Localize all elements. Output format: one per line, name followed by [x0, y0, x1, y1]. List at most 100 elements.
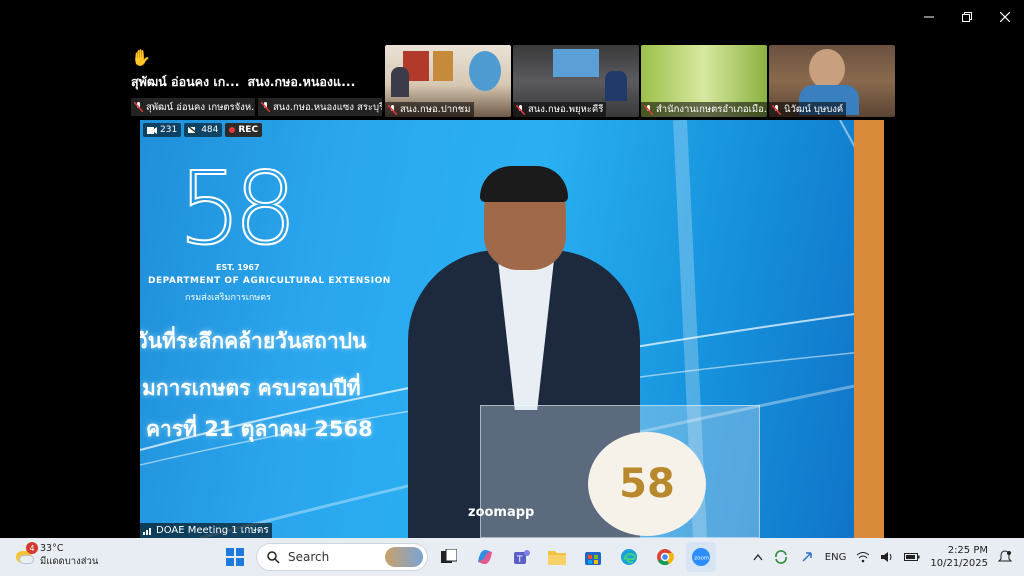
close-button[interactable] [986, 0, 1024, 34]
thumbnail-label: สำนักงานเกษตรอำเภอเมือ... [656, 104, 767, 115]
thumbnail-label: สนง.กษอ.พยุหะคีรี [528, 104, 604, 115]
department-name-en: DEPARTMENT OF AGRICULTURAL EXTENSION [148, 276, 391, 286]
viewer-count: 231 [160, 125, 178, 135]
attendee-count-badge: 484 [184, 123, 223, 137]
anniversary-logo-number: 58 [177, 149, 298, 268]
video-thumbnail[interactable]: สำนักงานเกษตรอำเภอเมือ... [641, 45, 767, 117]
video-thumbnail[interactable]: สนง.กษอ.ปากชม [385, 45, 511, 117]
zoom-button[interactable]: zoom [686, 542, 716, 572]
thumbnail-label: นิวัฒน์ บุษบงค์ [784, 104, 844, 115]
chevron-up-icon[interactable] [753, 553, 763, 561]
viewer-count-badge: 231 [143, 123, 182, 137]
search-highlight-image [385, 547, 423, 567]
store-button[interactable] [578, 542, 608, 572]
clock-time: 2:25 PM [947, 545, 988, 556]
podium-emblem: 58 [588, 432, 706, 536]
signal-bars-icon [143, 527, 151, 535]
wood-panel [854, 120, 884, 538]
search-icon [267, 550, 280, 564]
meeting-name: DOAE Meeting 1 เกษตร [156, 525, 269, 536]
weather-icon: 4 [14, 542, 38, 565]
est-text: EST. 1967 [216, 263, 260, 272]
banner-line-2: มการเกษตร ครบรอบปีที่ [142, 376, 361, 400]
video-thumbnail[interactable]: สนง.กษอ.พยุหะคีรี [513, 45, 639, 117]
zoom-meeting-window: ✋ สุพัฒน์ อ่อนคง เก... สนง.กษอ.หนองแ... … [0, 0, 1024, 576]
video-camera-icon [147, 126, 157, 134]
wall-photo [433, 51, 453, 81]
minimize-icon [924, 16, 934, 18]
restore-button[interactable] [948, 0, 986, 34]
meeting-stats: 231 484 REC [143, 123, 263, 137]
battery-icon[interactable] [904, 551, 920, 563]
person-face [809, 49, 845, 89]
banner-line-1: วันที่ระลึกคล้ายวันสถาปน [140, 329, 367, 353]
notification-bell-icon[interactable] [998, 550, 1012, 564]
teams-button[interactable]: T [506, 542, 536, 572]
department-name-th: กรมส่งเสริมการเกษตร [185, 293, 271, 303]
chrome-icon [657, 549, 674, 566]
emblem [469, 51, 501, 91]
banner-line-3: คารที่ 21 ตุลาคม 2568 [146, 417, 373, 441]
close-icon [1000, 12, 1010, 22]
copilot-icon [478, 550, 492, 564]
rec-label: REC [238, 125, 259, 135]
file-explorer-button[interactable] [542, 542, 572, 572]
chrome-button[interactable] [650, 542, 680, 572]
person [391, 67, 409, 97]
taskbar-apps: Search T zoom [220, 542, 716, 572]
windows-icon [226, 548, 244, 566]
system-clock[interactable]: 2:25 PM 10/21/2025 [930, 544, 988, 570]
weather-description: มีแดดบางส่วน [40, 556, 99, 567]
edge-icon [621, 549, 637, 565]
speaker-hair [480, 166, 568, 202]
zoom-icon: zoom [692, 548, 710, 566]
video-thumbnail[interactable]: นิวัฒน์ บุษบงค์ [769, 45, 895, 117]
restore-icon [962, 12, 972, 22]
person [605, 71, 627, 101]
sync-icon[interactable] [773, 549, 789, 565]
system-tray: ENG 2:25 PM 10/21/2025 [753, 538, 1024, 576]
mic-off-icon [772, 104, 781, 115]
mic-off-icon [644, 104, 653, 115]
copilot-button[interactable] [470, 542, 500, 572]
raised-hand-icon: ✋ [131, 48, 151, 67]
mic-off-icon [516, 104, 525, 115]
language-indicator[interactable]: ENG [825, 552, 847, 563]
location-icon[interactable] [799, 549, 815, 565]
svg-text:zoom: zoom [694, 556, 709, 562]
participant-name: สุพัฒน์ อ่อนคง เกษตรจังห... [146, 101, 255, 113]
meeting-name-label: DOAE Meeting 1 เกษตร [140, 523, 272, 538]
participant-tile-1[interactable]: สุพัฒน์ อ่อนคง เกษตรจังห... [131, 98, 255, 116]
mic-off-icon [261, 102, 270, 112]
teams-icon: T [514, 550, 530, 565]
speaker-name-2: สนง.กษอ.หนองแ... [247, 74, 356, 89]
weather-widget[interactable]: 4 33°C มีแดดบางส่วน [14, 542, 98, 568]
folder-icon [548, 551, 566, 565]
participant-tile-2[interactable]: สนง.กษอ.หนองแซง สระบุรี [258, 98, 382, 116]
start-button[interactable] [220, 542, 250, 572]
video-off-icon [188, 126, 199, 134]
svg-text:T: T [516, 555, 523, 565]
projector-screen [553, 49, 599, 77]
speaker-names: สุพัฒน์ อ่อนคง เก... สนง.กษอ.หนองแ... [131, 72, 355, 92]
mic-off-icon [134, 102, 143, 112]
record-icon [229, 127, 236, 133]
minimize-button[interactable] [910, 0, 948, 34]
taskbar-search[interactable]: Search [256, 543, 428, 571]
podium-number: 58 [619, 461, 675, 507]
main-video[interactable]: 231 484 REC 58 EST. 1967 DEPARTMENT OF A… [140, 120, 884, 538]
speaker-name-1: สุพัฒน์ อ่อนคง เก... [131, 74, 240, 89]
wifi-icon[interactable] [856, 551, 870, 563]
search-placeholder: Search [288, 550, 330, 564]
thumbnail-label: สนง.กษอ.ปากชม [400, 104, 471, 115]
task-view-button[interactable] [434, 542, 464, 572]
volume-icon[interactable] [880, 551, 894, 563]
participant-name: สนง.กษอ.หนองแซง สระบุรี [273, 101, 382, 113]
attendee-count: 484 [201, 125, 219, 135]
window-controls [910, 0, 1024, 34]
edge-button[interactable] [614, 542, 644, 572]
store-icon [585, 552, 601, 565]
clock-date: 10/21/2025 [930, 558, 988, 569]
recording-indicator[interactable]: REC [225, 123, 263, 137]
mic-off-icon [388, 104, 397, 115]
